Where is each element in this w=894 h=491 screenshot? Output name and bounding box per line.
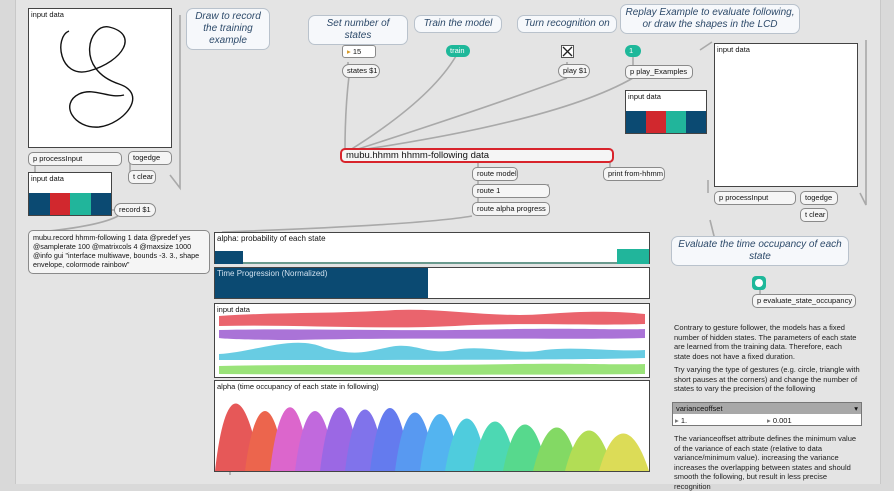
togedge-left[interactable]: togedge (128, 151, 172, 165)
cell-navy-2 (686, 111, 706, 133)
p-process-input-left[interactable]: p processInput (28, 152, 122, 166)
lcd-draw-area-left[interactable]: input data (28, 8, 172, 148)
occupancy-view: alpha (time occupancy of each state in f… (214, 380, 650, 472)
input-data-replay-title: input data (628, 92, 661, 101)
alpha-probability-view: alpha: probability of each state (214, 232, 650, 264)
comment-turn-recognition: Turn recognition on (517, 15, 617, 33)
attribute-name: varianceoffset (676, 404, 723, 413)
p-process-input-right[interactable]: p processInput (714, 191, 796, 205)
toggle-x-icon (562, 46, 573, 57)
max-patcher-window: input data Draw to record the training e… (0, 0, 894, 491)
cell-red (646, 111, 666, 133)
record-message[interactable]: record $1 (114, 203, 156, 217)
comment-draw-record: Draw to record the training example (186, 8, 270, 50)
description-paragraph-2: Try varying the type of gestures (e.g. c… (674, 365, 860, 393)
replay-number[interactable]: 1 (625, 45, 641, 57)
description-paragraph-1: Contrary to gesture follower, the models… (674, 323, 857, 361)
occupancy-envelopes (215, 403, 649, 471)
input-data-view-replay: input data (625, 90, 707, 134)
value-triangle-icon: ▸ (767, 416, 771, 425)
value-triangle-icon: ▸ (675, 416, 679, 425)
comment-replay: Replay Example to evaluate following, or… (620, 4, 800, 34)
attribute-value-1-text: 1. (680, 416, 688, 425)
states-message[interactable]: states $1 (342, 64, 380, 78)
dropdown-triangle-icon: ▾ (854, 404, 858, 413)
t-clear-left[interactable]: t clear (128, 170, 156, 184)
cell-navy (626, 111, 646, 133)
alpha-state-last (617, 249, 649, 264)
attribute-value-2[interactable]: ▸ 0.001 (767, 416, 859, 425)
p-play-examples[interactable]: p play_Examples (625, 65, 693, 79)
multiwave-envelopes (219, 309, 645, 375)
route-model[interactable]: route model (472, 167, 518, 181)
cell-teal (666, 111, 686, 133)
print-from-hhmm[interactable]: print from-hhmm (603, 167, 665, 181)
mubu-hhmm-object[interactable]: mubu.hhmm hhmm-following data (340, 148, 614, 163)
input-data-left-title: input data (31, 174, 64, 183)
cell-teal (70, 193, 91, 215)
input-data-left-cells (29, 193, 111, 215)
cell-navy-2 (90, 193, 111, 215)
lcd-right-title: input data (717, 45, 750, 54)
input-data-view-left: input data (28, 172, 112, 216)
alpha-baseline (243, 262, 617, 264)
recognition-toggle[interactable] (561, 45, 574, 58)
lcd-draw-area-right[interactable]: input data (714, 43, 858, 187)
number-triangle-icon: ▸ (347, 47, 351, 56)
train-button[interactable]: train (446, 45, 470, 57)
t-clear-right[interactable]: t clear (800, 208, 828, 222)
route-1[interactable]: route 1 (472, 184, 550, 198)
attribute-inspector[interactable]: varianceoffset ▾ ▸ 1. ▸ 0.001 (672, 402, 862, 426)
cell-navy (29, 193, 50, 215)
bang-circle-icon (755, 279, 763, 287)
cell-red (49, 193, 70, 215)
route-alpha-progress[interactable]: route alpha progress (472, 202, 550, 216)
attribute-value-2-text: 0.001 (772, 416, 792, 425)
drawn-shape (60, 26, 134, 128)
togedge-right[interactable]: togedge (800, 191, 838, 205)
attribute-value-1[interactable]: ▸ 1. (675, 416, 765, 425)
comment-evaluate: Evaluate the time occupancy of each stat… (671, 236, 849, 266)
evaluate-bang-button[interactable] (752, 276, 766, 290)
states-number-value: 15 (352, 47, 362, 56)
alpha-title: alpha: probability of each state (217, 234, 326, 243)
time-progression-view: Time Progression (Normalized) (214, 267, 650, 299)
states-number-box[interactable]: ▸ 15 (342, 45, 376, 58)
input-data-replay-cells (626, 111, 706, 133)
mubu-record-object[interactable]: mubu.record hhmm-following 1 data @prede… (28, 230, 210, 274)
comment-train-model: Train the model (414, 15, 502, 33)
multiwave-input-view: input data (214, 303, 650, 378)
description-paragraph-3: The varianceoffset attribute defines the… (674, 434, 857, 491)
comment-set-states: Set number of states (308, 15, 408, 45)
progression-title: Time Progression (Normalized) (217, 269, 328, 278)
play-message[interactable]: play $1 (558, 64, 590, 78)
alpha-state-first (215, 251, 243, 264)
p-evaluate-state-occupancy[interactable]: p evaluate_state_occupancy (752, 294, 856, 308)
attribute-header[interactable]: varianceoffset ▾ (673, 403, 861, 414)
